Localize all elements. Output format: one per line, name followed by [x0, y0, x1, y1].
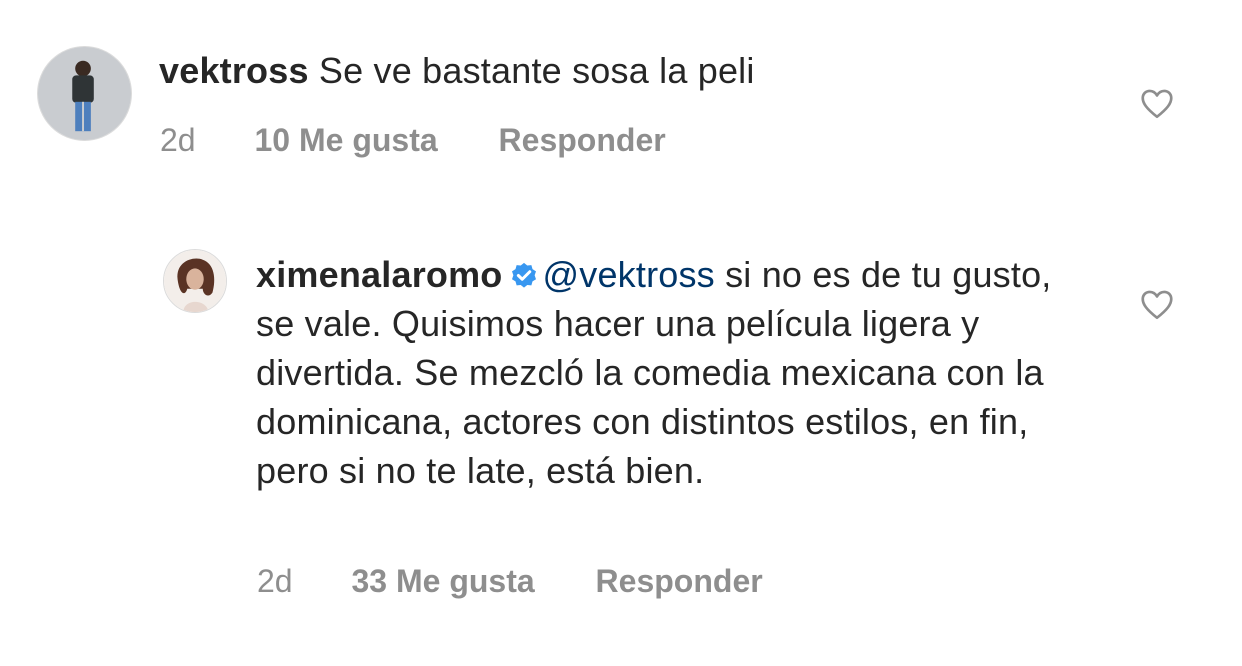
comment-text: vektross Se ve bastante sosa la peli — [159, 46, 1059, 95]
reply-button[interactable]: Responder — [499, 122, 666, 159]
heart-outline-icon[interactable] — [1139, 287, 1175, 323]
mention-link[interactable]: @vektross — [543, 254, 715, 295]
reply-button[interactable]: Responder — [596, 563, 763, 600]
timestamp: 2d — [160, 122, 196, 158]
username[interactable]: vektross — [159, 50, 309, 91]
timestamp: 2d — [257, 563, 293, 599]
avatar[interactable] — [37, 46, 132, 141]
comment-meta: 2d 33 Me gusta Responder — [257, 563, 763, 600]
comment-meta: 2d 10 Me gusta Responder — [160, 122, 666, 159]
comment-item: vektross Se ve bastante sosa la peli 2d … — [0, 0, 1242, 200]
comment-text: ximenalaromo @vektross si no es de tu gus… — [256, 250, 1086, 495]
user-avatar-man — [38, 47, 131, 140]
user-avatar-woman — [164, 250, 226, 312]
verified-badge-icon — [511, 262, 536, 288]
heart-outline-icon[interactable] — [1139, 86, 1175, 122]
reply-item: ximenalaromo @vektross si no es de tu gus… — [0, 200, 1242, 666]
username[interactable]: ximenalaromo — [256, 254, 503, 295]
comment-body: Se ve bastante sosa la peli — [318, 50, 755, 91]
likes-count[interactable]: 10 Me gusta — [254, 122, 437, 159]
likes-count[interactable]: 33 Me gusta — [351, 563, 534, 600]
avatar[interactable] — [163, 249, 227, 313]
